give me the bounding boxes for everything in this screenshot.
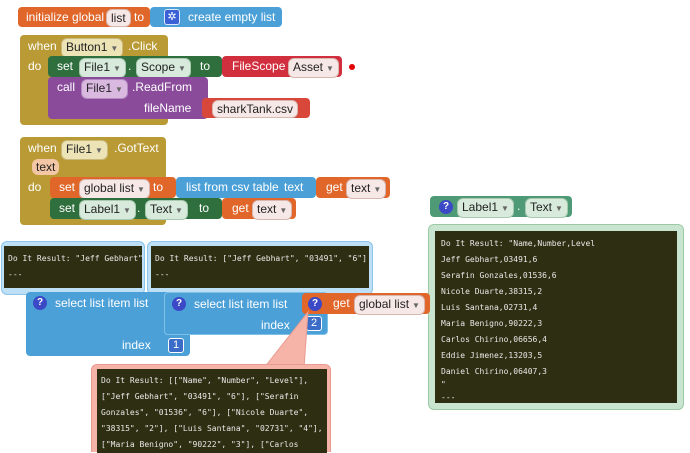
get-var-dropdown[interactable]: global list ▼ <box>354 295 425 315</box>
select-label: select list item list <box>194 297 288 311</box>
list-from-csv-block[interactable]: list from csv table text <box>176 177 316 198</box>
to-label: to <box>153 180 164 194</box>
result-text: Do It Result: "Jeff Gebhart" --- <box>4 246 142 288</box>
filename-text-block[interactable]: sharkTank.csv <box>202 98 310 118</box>
gear-icon[interactable]: ✲ <box>164 9 180 25</box>
result-text: Do It Result: "Name,Number,Level Jeff Ge… <box>435 231 677 403</box>
property-dropdown-text[interactable]: Text ▼ <box>145 200 188 220</box>
get-text-block-1[interactable]: get text ▼ <box>316 177 390 199</box>
call-label: call <box>57 80 76 94</box>
event-label: .Click <box>128 39 158 53</box>
filescope-label: FileScope <box>232 59 286 73</box>
list-from-csv-label: list from csv table <box>186 180 279 194</box>
init-var-name[interactable]: list <box>106 9 131 27</box>
bubble-pointer <box>262 310 309 369</box>
result-bubble-list: Do It Result: [["Name", "Number", "Level… <box>91 364 331 453</box>
method-label: .ReadFrom <box>132 80 193 94</box>
result-bubble-label: Do It Result: "Name,Number,Level Jeff Ge… <box>428 224 684 410</box>
get-global-list-block[interactable]: ? get global list ▼ <box>302 293 430 315</box>
set-label-text-block[interactable]: set Label1 ▼ . Text ▼ to <box>50 198 222 220</box>
event-label: .GotText <box>114 141 159 155</box>
to-label: to <box>199 201 210 215</box>
property-dropdown-text-getter[interactable]: Text ▼ <box>525 198 568 218</box>
get-label: get <box>333 296 350 310</box>
help-icon[interactable]: ? <box>33 296 47 310</box>
set-global-list-block[interactable]: set global list ▼ to <box>50 177 176 199</box>
call-readfrom-block[interactable]: call File1 ▼ .ReadFrom fileName <box>48 77 208 119</box>
create-empty-list-label: create empty list <box>188 10 276 24</box>
init-label: initialize global <box>26 10 105 24</box>
get-label: get <box>232 201 249 215</box>
help-icon[interactable]: ? <box>439 200 453 214</box>
error-indicator <box>349 64 355 70</box>
set-label: set <box>57 59 74 73</box>
get-var-dropdown[interactable]: text ▼ <box>252 200 293 220</box>
set-file-scope-block[interactable]: set File1 ▼ . Scope ▼ to <box>48 56 222 78</box>
dot-separator: . <box>128 59 132 73</box>
get-text-block-2[interactable]: get text ▼ <box>222 198 296 220</box>
var-dropdown-global-list[interactable]: global list ▼ <box>79 179 150 199</box>
property-dropdown-scope[interactable]: Scope ▼ <box>136 58 191 78</box>
label1-text-getter[interactable]: ? Label1 ▼ . Text ▼ <box>430 196 572 218</box>
filescope-asset-block[interactable]: FileScope Asset ▼ <box>222 56 342 78</box>
result-bubble-jeff: Do It Result: "Jeff Gebhart" --- <box>1 241 145 295</box>
init-to-label: to <box>134 10 145 24</box>
csv-text-label: text <box>284 180 304 194</box>
get-var-dropdown[interactable]: text ▼ <box>346 179 387 199</box>
filename-label: fileName <box>144 101 192 115</box>
filename-value[interactable]: sharkTank.csv <box>212 100 299 118</box>
to-label: to <box>200 59 211 73</box>
select-label: select list item list <box>55 296 149 310</box>
dot-separator: . <box>137 201 141 215</box>
component-dropdown-button1[interactable]: Button1 ▼ <box>61 38 124 58</box>
index-number-1[interactable]: 1 <box>168 338 184 353</box>
result-text: Do It Result: ["Jeff Gebhart", "03491", … <box>151 246 369 288</box>
when-label: when <box>28 141 57 155</box>
do-label: do <box>28 59 42 73</box>
init-global-block[interactable]: initialize global list to <box>18 7 150 27</box>
help-icon[interactable]: ? <box>172 297 186 311</box>
component-dropdown-file1[interactable]: File1 ▼ <box>79 58 126 78</box>
param-text[interactable]: text <box>32 159 60 175</box>
component-dropdown-label1-getter[interactable]: Label1 ▼ <box>457 198 514 218</box>
component-dropdown-file1-call[interactable]: File1 ▼ <box>81 79 128 99</box>
set-label: set <box>59 201 76 215</box>
get-label: get <box>326 180 343 194</box>
set-label: set <box>59 180 76 194</box>
create-empty-list-block[interactable]: ✲ create empty list <box>150 7 282 27</box>
dot-separator: . <box>517 199 521 213</box>
filescope-dropdown[interactable]: Asset ▼ <box>288 58 339 78</box>
do-label: do <box>28 180 42 194</box>
component-dropdown-file1-event[interactable]: File1 ▼ <box>61 140 108 160</box>
result-text: Do It Result: [["Name", "Number", "Level… <box>97 369 327 453</box>
component-dropdown-label1[interactable]: Label1 ▼ <box>79 200 136 220</box>
index-label: index <box>122 338 151 352</box>
when-label: when <box>28 39 57 53</box>
result-bubble-row: Do It Result: ["Jeff Gebhart", "03491", … <box>147 241 373 295</box>
help-icon[interactable]: ? <box>308 297 322 311</box>
